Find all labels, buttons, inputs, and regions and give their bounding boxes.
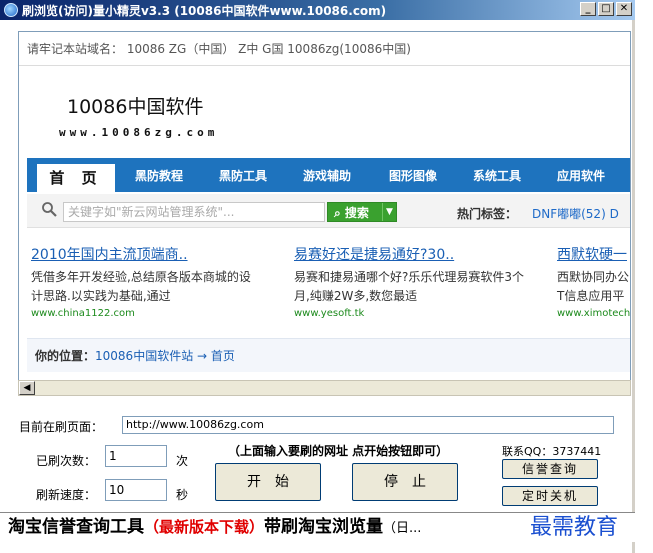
- nav-system-tools[interactable]: 系统工具: [473, 167, 521, 184]
- refresh-speed-unit: 秒: [176, 488, 189, 502]
- ad-desc-line: 计思路.以实践为基础,通过: [31, 289, 171, 303]
- ad-desc-line: 凭借多年开发经验,总结原各版本商城的设: [31, 270, 251, 284]
- refresh-speed-field[interactable]: 10: [105, 479, 167, 501]
- refresh-speed-label: 刷新速度：: [36, 488, 97, 502]
- nav-game-helpers[interactable]: 游戏辅助: [303, 167, 351, 184]
- current-page-label: 目前在刷页面：: [19, 420, 104, 434]
- credit-check-button[interactable]: 信誉查询: [502, 459, 598, 479]
- contact-qq: 联系QQ：3737441: [502, 445, 602, 458]
- scroll-left-arrow-icon[interactable]: ◀: [19, 381, 35, 395]
- nav-home[interactable]: 首 页: [37, 164, 115, 192]
- breadcrumb: 你的位置：10086中国软件站 → 首页: [27, 338, 630, 372]
- ad-desc-line: 易赛和捷易通哪个好?乐乐代理易赛软件3个: [294, 270, 525, 284]
- search-button[interactable]: ⌕ 搜索 ▼: [327, 202, 397, 222]
- magnifier-icon: ⌕: [334, 206, 345, 220]
- watermark: 最需教育: [530, 515, 619, 540]
- site-logo[interactable]: 10086中国软件: [67, 92, 203, 119]
- ad-url[interactable]: www.ximotech: [557, 308, 630, 319]
- ad-desc-line: 西默协同办公: [557, 270, 630, 284]
- window-frame: [632, 20, 635, 553]
- refresh-count-field[interactable]: 1: [105, 445, 167, 467]
- ad-title[interactable]: 西默软硬一: [557, 244, 630, 264]
- banner-text: 带刷淘宝浏览量: [264, 517, 384, 537]
- ad-description: 西默协同办公 T信息应用平: [557, 268, 630, 306]
- horizontal-scrollbar[interactable]: ◀: [18, 380, 631, 396]
- breadcrumb-path[interactable]: 10086中国软件站 → 首页: [95, 349, 235, 363]
- maximize-button[interactable]: □: [598, 2, 614, 16]
- window-title: 刷浏览(访问)量小精灵v3.3 (10086中国软件www.10086.com): [22, 3, 387, 18]
- site-logo-subtitle: www.10086zg.com: [59, 126, 219, 139]
- search-input[interactable]: 关键字如"新云网站管理系统"...: [63, 202, 325, 222]
- banner-text: 淘宝信誉查询工具: [8, 517, 144, 537]
- close-button[interactable]: ✕: [616, 2, 632, 16]
- ad-description: 易赛和捷易通哪个好?乐乐代理易赛软件3个 月,纯赚2W多,数您最适: [294, 268, 524, 306]
- ad-desc-line: 月,纯赚2W多,数您最适: [294, 289, 418, 303]
- hint-text: （上面输入要刷的网址 点开始按钮即可）: [228, 444, 449, 458]
- breadcrumb-label: 你的位置：: [35, 349, 96, 363]
- refresh-count-unit: 次: [176, 454, 189, 468]
- nav-applications[interactable]: 应用软件: [557, 167, 605, 184]
- refresh-count-label: 已刷次数：: [36, 454, 97, 468]
- search-bar: 关键字如"新云网站管理系统"... ⌕ 搜索 ▼ 热门标签： DNF嘟嘟(52)…: [27, 194, 630, 228]
- banner-download-link[interactable]: （最新版本下载）: [144, 518, 264, 536]
- nav-graphics[interactable]: 图形图像: [389, 167, 437, 184]
- nav-hack-tools[interactable]: 黑防工具: [219, 167, 267, 184]
- ad-url[interactable]: www.yesoft.tk: [294, 308, 524, 319]
- window-titlebar[interactable]: 刷浏览(访问)量小精灵v3.3 (10086中国软件www.10086.com)…: [0, 0, 635, 20]
- url-input[interactable]: http://www.10086zg.com: [122, 416, 614, 434]
- hot-tag-link[interactable]: DNF嘟嘟(52) D: [532, 205, 619, 222]
- ad-block: 易赛好还是捷易通好?30.. 易赛和捷易通哪个好?乐乐代理易赛软件3个 月,纯赚…: [294, 244, 524, 319]
- search-icon: [42, 202, 57, 217]
- ad-block: 西默软硬一 西默协同办公 T信息应用平 www.ximotech: [557, 244, 630, 319]
- app-icon: [4, 3, 18, 17]
- shutdown-timer-button[interactable]: 定时关机: [502, 486, 598, 506]
- minimize-button[interactable]: _: [580, 2, 596, 16]
- banner-text: （日...: [383, 521, 422, 536]
- ad-description: 凭借多年开发经验,总结原各版本商城的设 计思路.以实践为基础,通过: [31, 268, 251, 306]
- hot-tags-label: 热门标签：: [457, 207, 518, 221]
- site-nav: 首 页 黑防教程 黑防工具 游戏辅助 图形图像 系统工具 应用软件: [27, 158, 630, 192]
- ad-title[interactable]: 2010年国内主流顶端商..: [31, 244, 251, 264]
- ad-url[interactable]: www.china1122.com: [31, 308, 251, 319]
- nav-hack-tutorials[interactable]: 黑防教程: [135, 167, 183, 184]
- embedded-browser[interactable]: 请牢记本站域名： 10086 ZG（中国） Z中 G国 10086zg(1008…: [18, 31, 631, 382]
- ad-title[interactable]: 易赛好还是捷易通好?30..: [294, 244, 524, 264]
- ad-block: 2010年国内主流顶端商.. 凭借多年开发经验,总结原各版本商城的设 计思路.以…: [31, 244, 251, 319]
- start-button[interactable]: 开始: [215, 463, 321, 501]
- search-button-label: 搜索: [344, 206, 369, 220]
- window-controls: _ □ ✕: [580, 2, 632, 16]
- domain-notice: 请牢记本站域名： 10086 ZG（中国） Z中 G国 10086zg(1008…: [19, 32, 630, 66]
- ad-desc-line: T信息应用平: [557, 289, 625, 303]
- stop-button[interactable]: 停止: [352, 463, 458, 501]
- chevron-down-icon[interactable]: ▼: [382, 203, 396, 221]
